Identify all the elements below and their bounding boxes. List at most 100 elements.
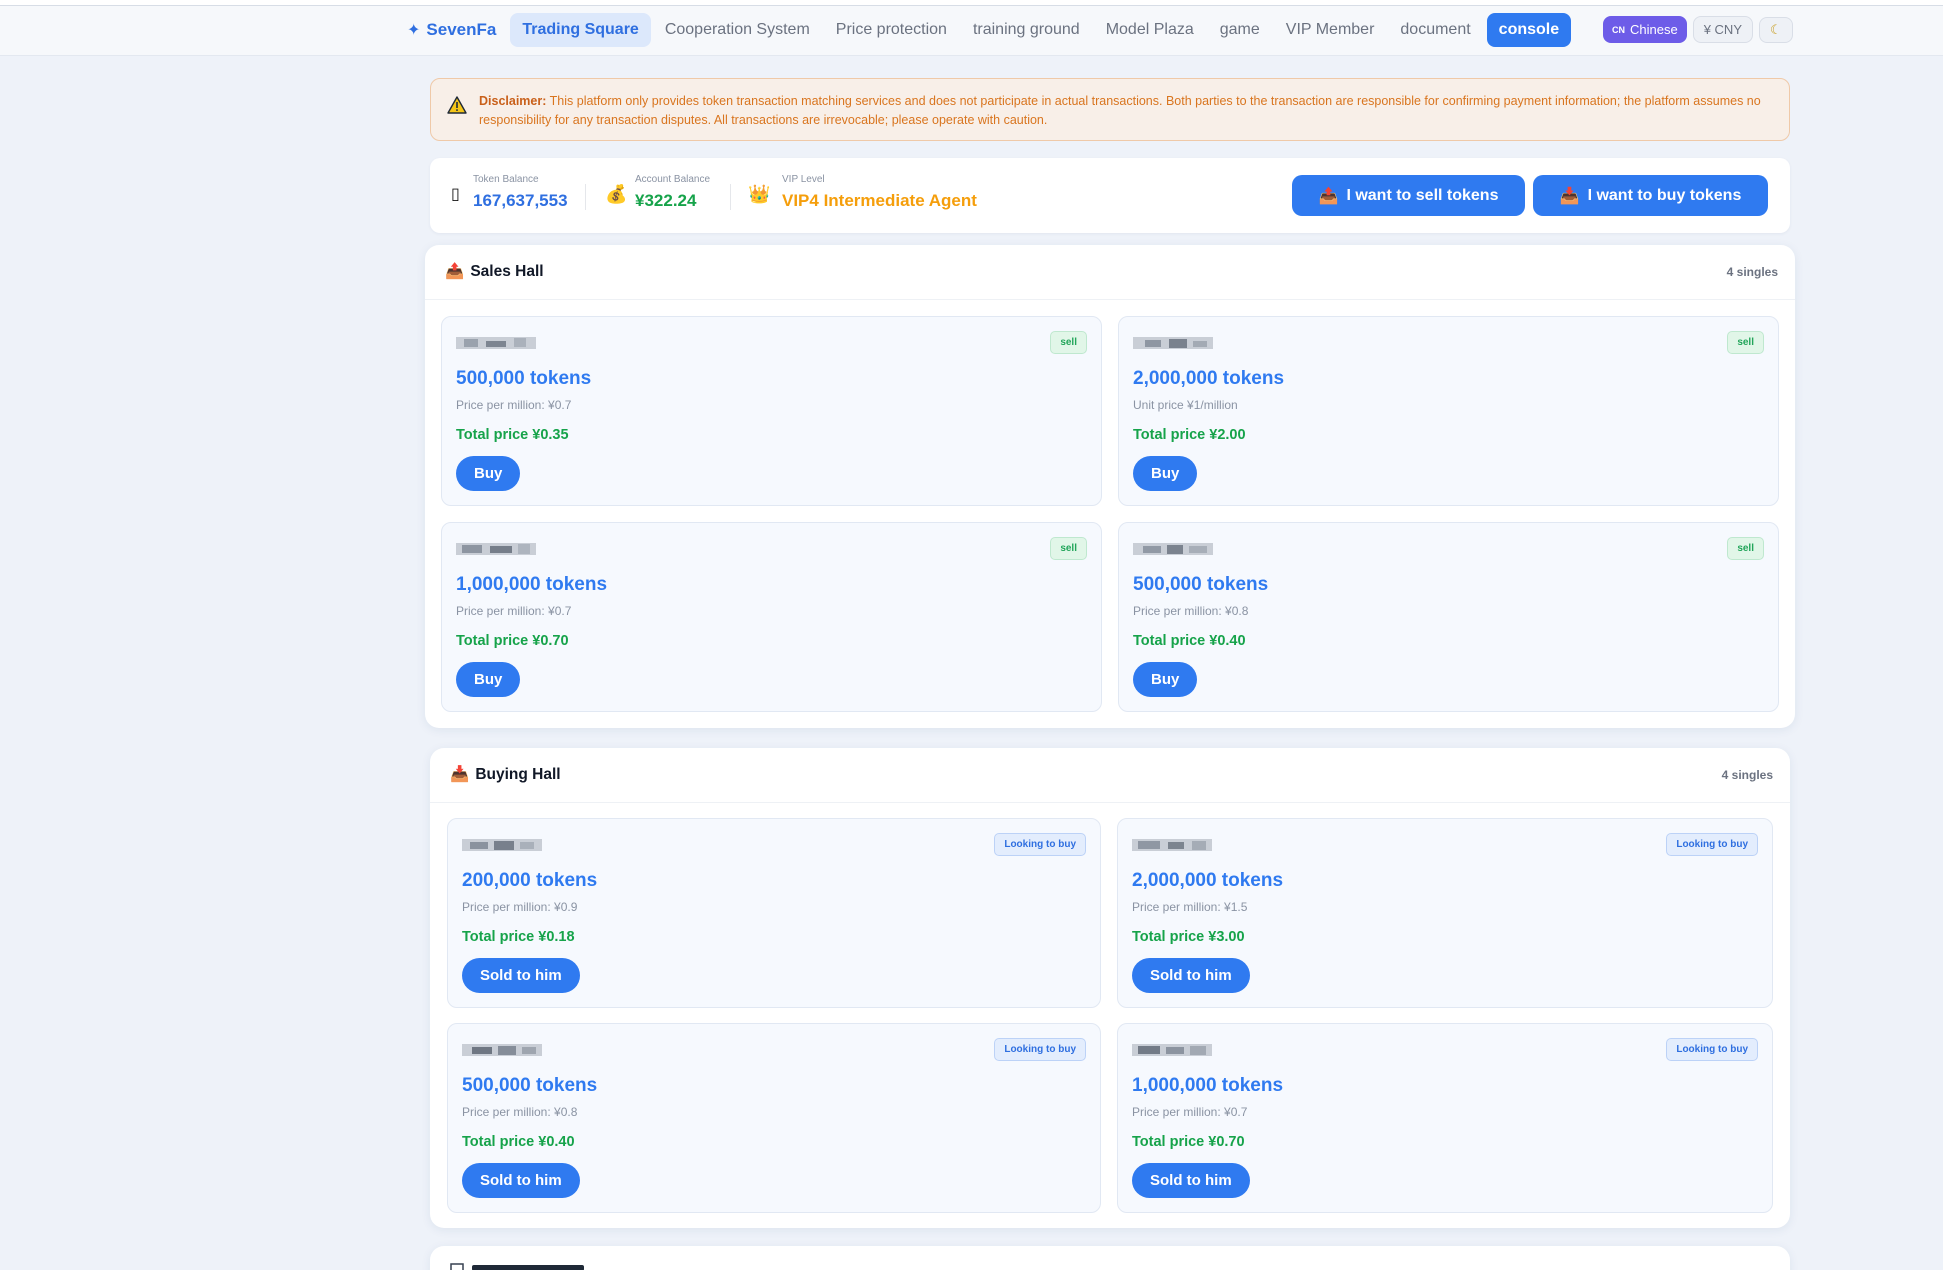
total-price: Total price ¥3.00	[1132, 929, 1245, 945]
sales-hall: 📤 Sales Hall 4 singles sell 500,000 toke…	[425, 245, 1795, 728]
vip-level-label: VIP Level	[782, 174, 825, 185]
sale-listing-card: sell 2,000,000 tokens Unit price ¥1/mill…	[1118, 316, 1779, 506]
top-navbar: ✦ SevenFa Trading Square Cooperation Sys…	[0, 6, 1943, 56]
money-bag-icon: 💰	[605, 184, 628, 204]
vip-level-value: VIP4 Intermediate Agent	[782, 191, 977, 210]
looking-to-buy-badge: Looking to buy	[1666, 1038, 1758, 1061]
total-price: Total price ¥0.18	[462, 929, 575, 945]
buy-button[interactable]: Buy	[1133, 662, 1198, 697]
crown-icon: 👑	[748, 184, 771, 204]
total-price: Total price ¥0.70	[1132, 1134, 1245, 1150]
warning-icon	[447, 96, 467, 114]
brand-logo[interactable]: ✦ SevenFa	[407, 20, 496, 40]
cn-flag-icon: CN	[1612, 24, 1625, 35]
disclaimer-text: This platform only provides token transa…	[479, 94, 1761, 127]
buying-hall-count: 4 singles	[1721, 768, 1773, 782]
sell-to-buyer-button[interactable]: Sold to him	[462, 1163, 580, 1198]
sparkle-icon: ✦	[407, 22, 421, 39]
sale-listing-card: sell 1,000,000 tokens Price per million:…	[441, 522, 1102, 712]
nav-model-plaza[interactable]: Model Plaza	[1094, 13, 1206, 47]
buying-hall-title-text: Buying Hall	[475, 765, 561, 783]
user-avatar-blurred	[1133, 337, 1213, 349]
brand-name: SevenFa	[426, 20, 497, 39]
nav-trading-square[interactable]: Trading Square	[510, 13, 651, 47]
upload-tray-icon: 📤	[1318, 187, 1339, 205]
unit-price: Price per million: ¥0.9	[462, 900, 578, 914]
looking-to-buy-badge: Looking to buy	[1666, 833, 1758, 856]
token-amount: 500,000 tokens	[456, 368, 592, 389]
buy-request-card: Looking to buy 2,000,000 tokens Price pe…	[1117, 818, 1773, 1008]
nav-right-controls: CN Chinese ¥ CNY ☾	[1603, 16, 1793, 43]
language-button[interactable]: CN Chinese	[1603, 16, 1687, 43]
nav-training-ground[interactable]: training ground	[961, 13, 1092, 47]
unit-price: Price per million: ¥0.8	[462, 1105, 578, 1119]
download-tray-icon: 📥	[1559, 187, 1580, 205]
unit-price: Unit price ¥1/million	[1133, 398, 1238, 412]
balance-summary: ▯ Token Balance 167,637,553 💰 Account Ba…	[430, 158, 1790, 233]
unit-price: Price per million: ¥1.5	[1132, 900, 1248, 914]
user-avatar-blurred	[456, 543, 536, 555]
buy-tokens-label: I want to buy tokens	[1587, 186, 1742, 204]
buying-hall: 📥 Buying Hall 4 singles Looking to buy 2…	[430, 748, 1790, 1228]
looking-to-buy-badge: Looking to buy	[994, 833, 1086, 856]
nav-menu: ✦ SevenFa Trading Square Cooperation Sys…	[407, 11, 1573, 49]
sales-hall-title: 📤 Sales Hall	[445, 262, 544, 281]
language-label: Chinese	[1630, 22, 1678, 37]
sell-to-buyer-button[interactable]: Sold to him	[462, 958, 580, 993]
token-amount: 1,000,000 tokens	[1132, 1075, 1284, 1096]
vip-level: VIP Level VIP4 Intermediate Agent	[782, 174, 977, 211]
buy-button[interactable]: Buy	[1133, 456, 1198, 491]
clipboard-icon	[450, 1263, 464, 1270]
total-price: Total price ¥2.00	[1133, 427, 1246, 443]
token-amount: 200,000 tokens	[462, 870, 598, 891]
buy-button[interactable]: Buy	[456, 662, 521, 697]
unit-price: Price per million: ¥0.8	[1133, 604, 1249, 618]
moon-icon: ☾	[1770, 21, 1782, 37]
next-section-card	[430, 1246, 1790, 1270]
account-balance-label: Account Balance	[635, 174, 711, 185]
nav-game[interactable]: game	[1208, 13, 1272, 47]
theme-toggle-button[interactable]: ☾	[1759, 16, 1793, 43]
sales-hall-title-text: Sales Hall	[470, 262, 544, 280]
user-avatar-blurred	[1132, 1044, 1212, 1056]
total-price: Total price ¥0.40	[462, 1134, 575, 1150]
token-amount: 2,000,000 tokens	[1132, 870, 1284, 891]
buying-hall-header: 📥 Buying Hall 4 singles	[430, 748, 1790, 803]
total-price: Total price ¥0.70	[456, 633, 569, 649]
buy-button[interactable]: Buy	[456, 456, 521, 491]
sell-badge: sell	[1050, 331, 1087, 354]
sale-listing-card: sell 500,000 tokens Price per million: ¥…	[441, 316, 1102, 506]
nav-cooperation-system[interactable]: Cooperation System	[653, 13, 822, 47]
buying-hall-title: 📥 Buying Hall	[450, 765, 561, 784]
unit-price: Price per million: ¥0.7	[456, 398, 572, 412]
token-amount: 2,000,000 tokens	[1133, 368, 1285, 389]
token-amount: 1,000,000 tokens	[456, 574, 608, 595]
user-avatar-blurred	[1132, 839, 1212, 851]
sell-to-buyer-button[interactable]: Sold to him	[1132, 958, 1250, 993]
nav-price-protection[interactable]: Price protection	[824, 13, 959, 47]
token-icon: ▯	[451, 186, 460, 203]
sales-hall-header: 📤 Sales Hall 4 singles	[425, 245, 1795, 300]
currency-button[interactable]: ¥ CNY	[1692, 16, 1753, 43]
user-avatar-blurred	[462, 1044, 542, 1056]
download-tray-icon: 📥	[450, 766, 470, 783]
sales-hall-count: 4 singles	[1726, 265, 1778, 279]
section-title-cut-off	[472, 1265, 584, 1270]
nav-vip-member[interactable]: VIP Member	[1274, 13, 1387, 47]
disclaimer-banner: Disclaimer: This platform only provides …	[430, 78, 1790, 141]
buy-tokens-button[interactable]: 📥 I want to buy tokens	[1533, 175, 1768, 216]
nav-document[interactable]: document	[1388, 13, 1482, 47]
sell-tokens-label: I want to sell tokens	[1346, 186, 1499, 204]
unit-price: Price per million: ¥0.7	[1132, 1105, 1248, 1119]
total-price: Total price ¥0.40	[1133, 633, 1246, 649]
token-balance: Token Balance 167,637,553	[473, 174, 568, 211]
token-balance-value: 167,637,553	[473, 191, 568, 210]
console-button[interactable]: console	[1486, 13, 1572, 47]
upload-tray-icon: 📤	[445, 263, 465, 280]
sell-tokens-button[interactable]: 📤 I want to sell tokens	[1292, 175, 1525, 216]
sell-to-buyer-button[interactable]: Sold to him	[1132, 1163, 1250, 1198]
user-avatar-blurred	[456, 337, 536, 349]
user-avatar-blurred	[1133, 543, 1213, 555]
token-amount: 500,000 tokens	[1133, 574, 1269, 595]
looking-to-buy-badge: Looking to buy	[994, 1038, 1086, 1061]
